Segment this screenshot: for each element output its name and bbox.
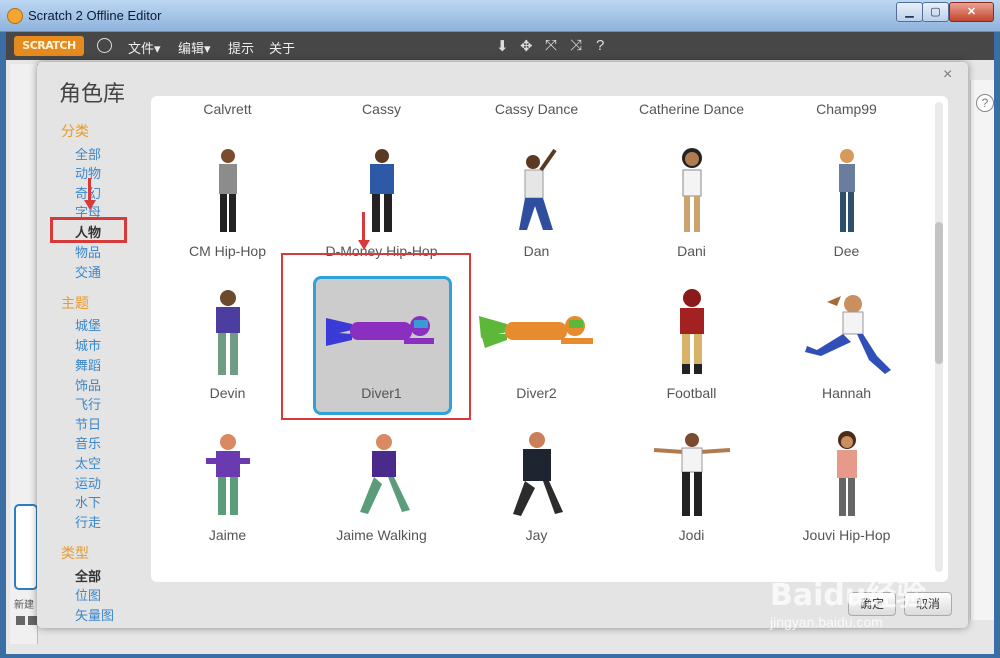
scratch-logo[interactable]: SCRATCH	[14, 36, 84, 56]
theme-music[interactable]: 音乐	[75, 433, 101, 452]
type-all[interactable]: 全部	[75, 566, 101, 585]
theme-sports[interactable]: 运动	[75, 473, 101, 492]
category-transportation[interactable]: 交通	[75, 262, 101, 281]
theme-space[interactable]: 太空	[75, 453, 101, 472]
sprite-name: Jaime	[208, 527, 247, 543]
sprite-tile[interactable]: Dee	[769, 118, 924, 260]
sprite-thumbnail	[479, 316, 593, 348]
sprite-thumbnail	[513, 432, 563, 516]
sprite-tile[interactable]: Dani	[614, 118, 769, 260]
annotation-arrowhead	[84, 200, 96, 210]
new-sprite-label: 新建	[14, 600, 34, 611]
type-vector[interactable]: 矢量图	[75, 605, 114, 624]
sprite-thumbnail	[653, 433, 731, 516]
grow-icon[interactable]: ⤧	[545, 37, 557, 54]
help-icon[interactable]: ?	[976, 94, 994, 112]
sprite-name-calvrett[interactable]: Calvrett	[150, 101, 305, 117]
sprite-tile[interactable]: Hannah	[769, 260, 924, 402]
category-heading: 分类	[61, 123, 89, 139]
sprite-thumbnail	[216, 290, 240, 375]
sprite-name-cassy[interactable]: Cassy	[304, 101, 459, 117]
menu-edit[interactable]: 编辑▾	[178, 38, 211, 57]
language-globe-icon[interactable]	[97, 38, 112, 53]
category-all[interactable]: 全部	[75, 144, 101, 163]
sprite-tile[interactable]: Jaime Walking	[304, 402, 459, 544]
menu-bar: SCRATCH 文件▾ 编辑▾ 提示 关于 ⬇ ✥ ⤧ ⤨ ?	[6, 32, 994, 60]
minimize-button[interactable]: ▁	[896, 2, 923, 22]
theme-city[interactable]: 城市	[75, 335, 101, 354]
menu-tips[interactable]: 提示	[228, 38, 254, 57]
sprite-thumbnail	[839, 149, 855, 232]
annotation-arrowhead	[358, 240, 370, 250]
sprite-name: Jaime Walking	[336, 527, 427, 543]
sprite-name-catherine-dance[interactable]: Catherine Dance	[614, 101, 769, 117]
sprite-name: Jouvi Hip-Hop	[802, 527, 891, 543]
annotation-highlight-box	[281, 253, 471, 420]
sprite-thumbnail	[837, 431, 857, 516]
sprite-thumbnail	[370, 149, 394, 232]
paint-sprite-icon[interactable]	[16, 616, 25, 625]
sprite-tile[interactable]: Jouvi Hip-Hop	[769, 402, 924, 544]
sprite-thumbnail	[680, 289, 704, 374]
sprite-tile[interactable]: Football	[614, 260, 769, 402]
sprite-name: Football	[666, 385, 717, 401]
theme-dance[interactable]: 舞蹈	[75, 355, 101, 374]
annotation-arrow	[88, 178, 91, 202]
scratch-cat-icon	[7, 8, 23, 24]
sprite-name: Dani	[677, 243, 706, 259]
block-help-icon[interactable]: ?	[596, 37, 604, 54]
scripts-area-edge	[970, 80, 994, 620]
type-bitmap[interactable]: 位图	[75, 585, 101, 604]
annotation-arrow	[362, 212, 365, 242]
theme-underwater[interactable]: 水下	[75, 492, 101, 511]
sprite-name-cassy-dance[interactable]: Cassy Dance	[459, 101, 614, 117]
theme-dress-up[interactable]: 饰品	[75, 375, 101, 394]
delete-scissors-icon[interactable]: ✥	[520, 37, 533, 55]
close-icon[interactable]: ×	[943, 66, 952, 84]
sprite-name: Dee	[833, 243, 860, 259]
sprite-name: Diver2	[516, 385, 557, 401]
menu-file[interactable]: 文件▾	[128, 38, 161, 57]
sprite-name-champ99[interactable]: Champ99	[769, 101, 924, 117]
duplicate-stamp-icon[interactable]: ⬇	[496, 37, 509, 55]
shrink-icon[interactable]: ⤨	[570, 37, 582, 54]
annotation-highlight-box	[50, 217, 127, 243]
library-sprite-icon[interactable]	[28, 616, 37, 625]
dialog-title: 角色库	[59, 82, 126, 107]
sprite-tile[interactable]: CM Hip-Hop	[150, 118, 305, 260]
sprite-pane-edge: 新建	[10, 64, 38, 644]
sprite-name: Dan	[523, 243, 550, 259]
selected-sprite-thumb[interactable]	[14, 504, 38, 590]
sprite-tile[interactable]: Jay	[459, 402, 614, 544]
sprite-tile[interactable]: Diver2	[459, 260, 614, 402]
sprite-thumbnail	[360, 434, 410, 514]
window-title: Scratch 2 Offline Editor	[28, 8, 162, 23]
sprite-tile[interactable]: Jodi	[614, 402, 769, 544]
theme-walking[interactable]: 行走	[75, 512, 101, 531]
sprite-tile[interactable]: Dan	[459, 118, 614, 260]
close-window-button[interactable]: ✕	[949, 2, 994, 22]
sprite-tile[interactable]: Jaime	[150, 402, 305, 544]
sprite-thumbnail	[219, 149, 237, 232]
sprite-tile[interactable]: D-Money Hip-Hop	[304, 118, 459, 260]
theme-flying[interactable]: 飞行	[75, 394, 101, 413]
sprite-thumbnail	[805, 295, 891, 374]
theme-heading: 主题	[61, 295, 89, 311]
menu-about[interactable]: 关于	[269, 38, 295, 57]
grid-scrollbar-thumb[interactable]	[935, 222, 943, 364]
sprite-thumbnail	[206, 434, 250, 515]
sprite-name: Hannah	[821, 385, 872, 401]
sprite-name: Jay	[525, 527, 548, 543]
sprite-thumbnail	[682, 148, 702, 232]
window-titlebar: Scratch 2 Offline Editor ▁ ▢ ✕	[0, 0, 1000, 32]
baidu-watermark: Baidu经验	[770, 578, 927, 613]
sprite-name: Jodi	[678, 527, 705, 543]
maximize-button[interactable]: ▢	[922, 2, 949, 22]
category-things[interactable]: 物品	[75, 242, 101, 261]
baidu-watermark-url: jingyan.baidu.com	[770, 614, 883, 630]
type-heading: 类型	[61, 545, 89, 561]
sprite-thumbnail	[519, 148, 557, 230]
theme-castle[interactable]: 城堡	[75, 315, 101, 334]
theme-holiday[interactable]: 节日	[75, 414, 101, 433]
